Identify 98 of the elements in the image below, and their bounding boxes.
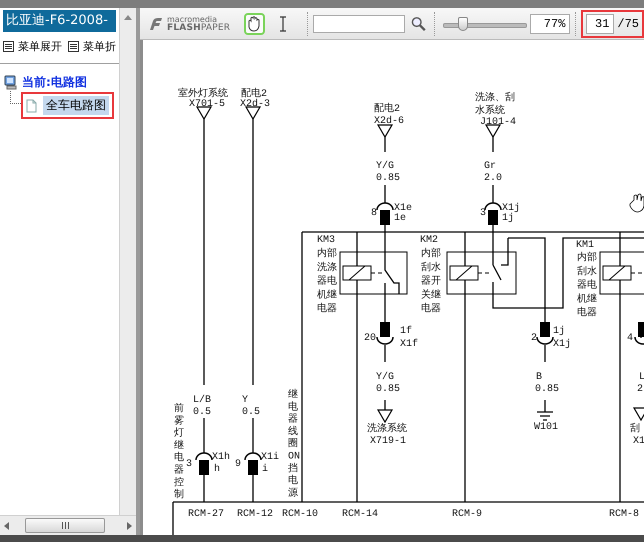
diagram-label: 0.85 <box>535 384 560 395</box>
diagram-label: X1e <box>394 203 412 214</box>
scroll-left-arrow[interactable] <box>4 522 9 530</box>
diagram-label: 0.85 <box>376 173 400 184</box>
panel-title: 比亚迪-F6-2008- <box>3 10 116 32</box>
logo-text: macromedia <box>167 14 218 24</box>
connector-symbol <box>376 202 394 225</box>
diagram-label: i <box>262 464 268 475</box>
terminal-symbol <box>244 106 262 120</box>
logo-wordmark: FLASHPAPER <box>167 24 230 32</box>
diagram-label: 配电2 <box>241 89 268 100</box>
list-icon <box>68 41 79 52</box>
diagram-label: 内部刮水器电机继电器 <box>577 253 597 320</box>
terminal-symbol <box>484 124 502 138</box>
diagram-label: Y/G <box>376 161 394 172</box>
menu-button[interactable]: 菜单折 <box>68 39 116 54</box>
diagram-label: X2d-6 <box>374 116 404 127</box>
diagram-label: KM3 <box>317 235 336 246</box>
diagram-label: 前雾灯继电器控制 <box>174 404 184 502</box>
diagram-label: 1j <box>553 326 566 337</box>
diagram-label: 内部刮水器开关继电器 <box>421 249 441 316</box>
diagram-label: 室外灯系统 <box>178 89 228 100</box>
diagram-label: L/B <box>193 395 212 406</box>
diagram-label: RCM-9 <box>452 509 482 520</box>
tree-root-label[interactable]: 当前:电路图 <box>22 74 87 91</box>
menu-button[interactable]: 菜单展开 <box>3 39 62 54</box>
diagram-label: 配电2 <box>374 104 400 115</box>
diagram-label: 0.5 <box>242 407 260 418</box>
diagram-label: 9 <box>235 459 242 470</box>
relay-symbol <box>446 252 516 294</box>
connector-symbol <box>484 202 502 225</box>
diagram-label: X2d-3 <box>240 99 270 110</box>
diagram-label: Y <box>242 395 248 406</box>
diagram-label: Gr <box>484 161 496 172</box>
diagram-label: 继电器线圈ON挡电源 <box>288 390 300 500</box>
relay-symbol <box>340 252 408 294</box>
terminal-symbol <box>376 124 394 138</box>
diagram-label: J101-4 <box>480 117 516 128</box>
diagram-label: 洗涤、刮 <box>475 93 515 104</box>
diagram-label: 1e <box>394 213 406 224</box>
search-icon[interactable] <box>410 16 426 32</box>
diagram-label: 0.5 <box>193 407 212 418</box>
diagram-label: 2 <box>637 384 644 395</box>
list-icon <box>3 41 14 52</box>
horizontal-scrollbar[interactable] <box>0 515 136 535</box>
page-number-field[interactable]: 31 <box>586 14 614 34</box>
diagram-label: X1h <box>212 452 230 463</box>
scroll-thumb[interactable] <box>25 518 105 533</box>
diagram-label: KM1 <box>576 240 594 251</box>
diagram-label: X719-1 <box>370 436 406 447</box>
diagram-label: KM2 <box>420 235 438 246</box>
diagram-label: W101 <box>534 422 558 433</box>
diagram-label: RCM-8 <box>609 509 640 520</box>
page-total: /75 <box>617 16 640 30</box>
logo-icon <box>148 16 164 30</box>
connector-symbol <box>244 452 262 475</box>
diagram-label: RCM-27 <box>188 509 224 520</box>
diagram-label: 刮 <box>630 424 640 435</box>
connector-symbol <box>634 322 644 345</box>
diagram-label: X1j <box>502 203 520 214</box>
diagram-label: 洗涤系统 <box>367 424 407 435</box>
diagram-label: h <box>214 464 220 475</box>
diagram-label: 内部洗涤器电机继电器 <box>317 249 337 316</box>
text-cursor-icon <box>279 16 288 32</box>
diagram-label: 20 <box>364 333 376 344</box>
diagram-label: 0.85 <box>376 384 400 395</box>
page-icon <box>26 98 37 112</box>
zoom-field[interactable]: 77% <box>530 14 570 34</box>
diagram-label: X1j <box>553 339 572 350</box>
diagram-label: RCM-10 <box>282 509 318 520</box>
search-field[interactable] <box>312 14 405 32</box>
diagram-label: X1f <box>400 339 418 350</box>
diagram-label: L <box>639 372 644 383</box>
diagram-label: Y/G <box>376 372 394 383</box>
vertical-scrollbar[interactable] <box>119 8 136 515</box>
diagram-label: B <box>536 372 542 383</box>
diagram-label: 3 <box>186 459 192 470</box>
diagram-label: 4 <box>627 333 634 344</box>
diagram-label: RCM-14 <box>342 509 378 520</box>
terminal-symbol <box>376 409 394 424</box>
diagram-label: 3 <box>480 208 486 219</box>
diagram-label: 2 <box>531 333 538 344</box>
tool-button[interactable] <box>244 12 265 34</box>
connector-symbol <box>195 452 213 475</box>
terminal-symbol <box>196 106 212 120</box>
connector-symbol <box>376 322 394 345</box>
diagram-label: X1i <box>261 452 280 463</box>
diagram-label: 水系统 <box>475 106 505 117</box>
connector-symbol <box>536 322 554 345</box>
diagram-label: 1f <box>400 326 412 337</box>
ground-symbol <box>536 411 554 421</box>
diagram-label: 2.0 <box>484 173 502 184</box>
zoom-slider[interactable] <box>443 16 527 30</box>
hand-icon <box>247 16 262 32</box>
diagram-label: 8 <box>371 208 378 219</box>
diagram-label: X701-5 <box>189 99 226 110</box>
diagram-label: RCM-12 <box>237 509 274 520</box>
diagram-label: 1j <box>502 213 514 224</box>
